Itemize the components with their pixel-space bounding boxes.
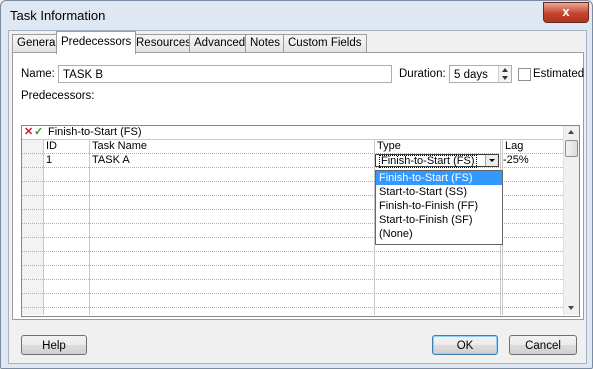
type-option-sf[interactable]: Start-to-Finish (SF) bbox=[376, 213, 502, 227]
tab-label: Notes bbox=[250, 37, 281, 49]
tab-label: Predecessors bbox=[61, 36, 132, 48]
type-combobox-value: Finish-to-Start (FS) bbox=[379, 155, 477, 168]
type-dropdown-list[interactable]: Finish-to-Start (FS) Start-to-Start (SS)… bbox=[375, 170, 503, 245]
type-option-ff[interactable]: Finish-to-Finish (FF) bbox=[376, 199, 502, 213]
spin-down-icon[interactable] bbox=[502, 76, 508, 80]
column-header-id[interactable]: ID bbox=[46, 140, 57, 153]
grid-line bbox=[22, 251, 563, 252]
predecessors-label: Predecessors: bbox=[21, 90, 95, 102]
row-task-name[interactable]: TASK A bbox=[92, 154, 130, 167]
duration-field[interactable]: 5 days bbox=[449, 65, 512, 83]
duration-value: 5 days bbox=[454, 69, 488, 81]
column-header-task-name[interactable]: Task Name bbox=[92, 140, 147, 153]
tab-label: General bbox=[17, 37, 58, 49]
grid-line bbox=[22, 167, 563, 168]
close-icon: x bbox=[562, 4, 570, 19]
cancel-button[interactable]: Cancel bbox=[509, 335, 577, 355]
grid-line bbox=[22, 293, 563, 294]
duration-spinner[interactable] bbox=[498, 66, 511, 82]
tab-advanced[interactable]: Advanced bbox=[189, 34, 251, 52]
tab-custom-fields[interactable]: Custom Fields bbox=[283, 34, 367, 52]
type-option-fs[interactable]: Finish-to-Start (FS) bbox=[376, 171, 502, 185]
tab-label: Advanced bbox=[194, 37, 246, 49]
grid-line bbox=[22, 307, 563, 308]
duration-label: Duration: bbox=[399, 68, 446, 80]
grid-line bbox=[22, 265, 563, 266]
chevron-down-icon[interactable] bbox=[485, 155, 498, 166]
scroll-up-icon[interactable] bbox=[568, 130, 574, 134]
entry-value[interactable]: Finish-to-Start (FS) bbox=[48, 126, 142, 139]
estimated-label: Estimated bbox=[533, 68, 585, 80]
name-field[interactable]: TASK B bbox=[58, 65, 392, 83]
spin-up-icon[interactable] bbox=[502, 68, 508, 72]
row-id[interactable]: 1 bbox=[46, 154, 52, 167]
tab-resources[interactable]: Resources bbox=[131, 34, 196, 52]
help-button[interactable]: Help bbox=[21, 335, 87, 355]
table-row[interactable]: 1 TASK A Finish-to-Start (FS) -25% bbox=[22, 154, 563, 168]
scroll-down-icon[interactable] bbox=[568, 306, 574, 310]
tab-label: Custom Fields bbox=[288, 37, 362, 49]
tab-predecessors[interactable]: Predecessors bbox=[56, 31, 137, 54]
dialog-body: General Predecessors Resources Advanced … bbox=[8, 30, 587, 364]
cancel-entry-icon[interactable]: ✕ bbox=[24, 126, 33, 139]
predecessors-table[interactable]: ✕ ✓ Finish-to-Start (FS) ID Task Name Ty… bbox=[21, 125, 580, 317]
tab-notes[interactable]: Notes bbox=[245, 34, 286, 52]
title-bar[interactable]: Task Information x bbox=[1, 1, 592, 31]
ok-button[interactable]: OK bbox=[432, 335, 498, 355]
window-title: Task Information bbox=[10, 8, 106, 23]
column-header-lag[interactable]: Lag bbox=[505, 140, 523, 153]
type-combobox[interactable]: Finish-to-Start (FS) bbox=[375, 154, 499, 168]
scrollbar-thumb[interactable] bbox=[565, 140, 578, 157]
name-label: Name: bbox=[21, 68, 55, 80]
entry-bar: ✕ ✓ Finish-to-Start (FS) bbox=[22, 126, 563, 140]
type-option-none[interactable]: (None) bbox=[376, 227, 502, 241]
vertical-scrollbar[interactable] bbox=[563, 126, 579, 315]
task-information-dialog: Task Information x General Predecessors … bbox=[0, 0, 593, 369]
close-button[interactable]: x bbox=[543, 2, 589, 23]
predecessors-panel: Name: TASK B Duration: 5 days Estimated … bbox=[12, 52, 584, 320]
tab-label: Resources bbox=[136, 37, 191, 49]
grid-line bbox=[22, 279, 563, 280]
column-header-type[interactable]: Type bbox=[377, 140, 401, 153]
estimated-checkbox[interactable] bbox=[518, 68, 531, 81]
accept-entry-icon[interactable]: ✓ bbox=[34, 126, 43, 139]
type-option-ss[interactable]: Start-to-Start (SS) bbox=[376, 185, 502, 199]
row-lag[interactable]: -25% bbox=[503, 154, 529, 167]
